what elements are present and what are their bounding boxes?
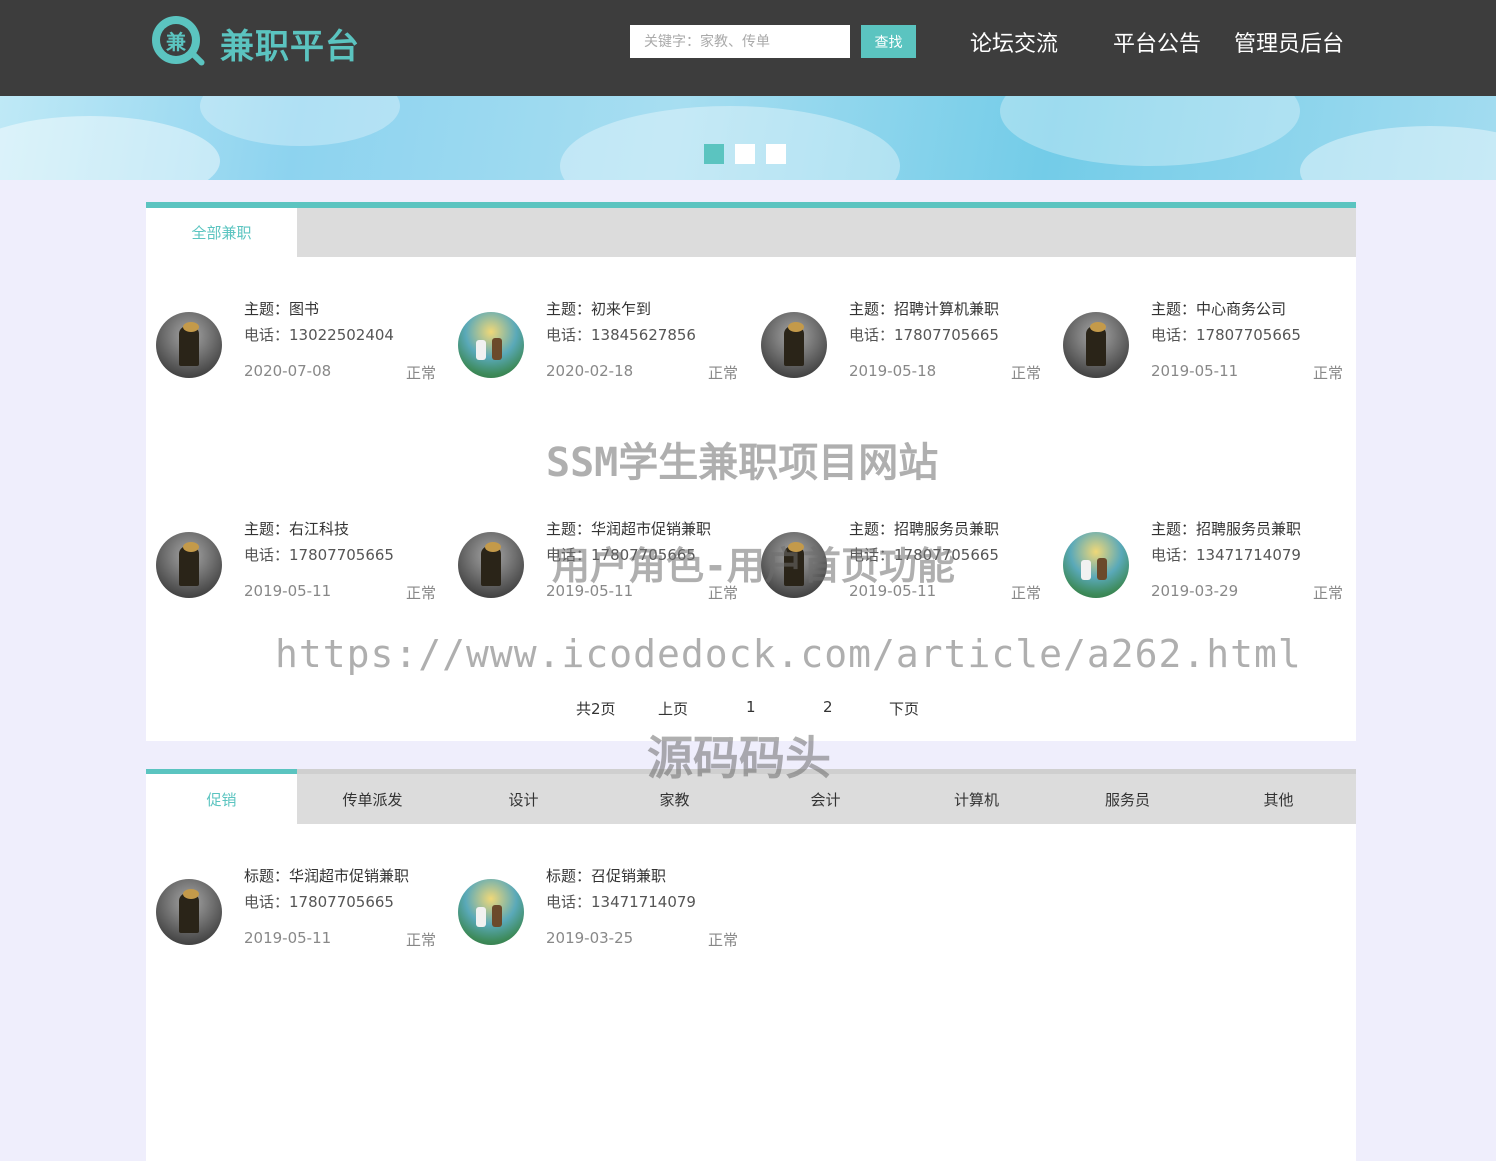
job-date: 2019-05-11 (546, 582, 634, 600)
job-avatar[interactable] (156, 532, 222, 598)
category-tab[interactable]: 促销 (146, 774, 297, 824)
job-avatar[interactable] (458, 312, 524, 378)
job-date: 2019-05-18 (849, 362, 937, 380)
job-topic[interactable]: 主题：中心商务公司 (1151, 298, 1286, 319)
job-phone: 电话：17807705665 (244, 546, 394, 564)
site-logo[interactable]: 兼 兼职平台 (150, 14, 360, 72)
job-phone: 电话：17807705665 (849, 326, 999, 344)
logo-char: 兼 (160, 24, 192, 56)
job-date: 2019-03-29 (1151, 582, 1239, 600)
tab-all-jobs[interactable]: 全部兼职 (146, 208, 297, 257)
job-date: 2019-05-11 (244, 582, 332, 600)
job-card[interactable]: 主题：招聘服务员兼职 电话：17807705665 2019-05-11 正常 (751, 518, 1041, 608)
carousel-dot-1[interactable] (704, 144, 724, 164)
job-date: 2020-02-18 (546, 362, 634, 380)
job-topic[interactable]: 主题：华润超市促销兼职 (546, 518, 711, 539)
logo-text: 兼职平台 (220, 26, 360, 67)
category-tab[interactable]: 传单派发 (297, 774, 448, 824)
job-card[interactable]: 主题：初来乍到电话：13845627856 2020-02-18 正常 (448, 298, 738, 388)
job-topic[interactable]: 主题：图书 (244, 298, 319, 319)
job-phone: 电话：17807705665 (849, 546, 999, 564)
job-avatar[interactable] (458, 879, 524, 945)
job-card[interactable]: 主题：华润超市促销兼职 电话：17807705665 2019-05-11 正常 (448, 518, 738, 608)
job-topic[interactable]: 主题：招聘服务员兼职 (849, 518, 999, 539)
job-phone: 电话：17807705665 (546, 546, 696, 564)
job-phone: 电话：13022502404 (244, 326, 394, 344)
job-phone: 电话：17807705665 (244, 893, 394, 911)
job-date: 2019-05-11 (244, 929, 332, 947)
job-topic[interactable]: 主题：招聘服务员兼职 (1151, 518, 1301, 539)
job-status: 正常 (1312, 364, 1343, 382)
job-avatar[interactable] (156, 879, 222, 945)
category-tab[interactable]: 设计 (448, 774, 599, 824)
job-avatar[interactable] (1063, 532, 1129, 598)
job-topic[interactable]: 主题：右江科技 (244, 518, 349, 539)
category-job-card[interactable]: 标题：召促销兼职电话：13471714079 2019-03-25 正常 (448, 865, 738, 955)
category-job-card[interactable]: 标题：华润超市促销兼职 电话：17807705665 2019-05-11 正常 (146, 865, 436, 955)
pager-next[interactable]: 下页 (889, 698, 919, 719)
job-avatar[interactable] (1063, 312, 1129, 378)
category-tab[interactable]: 家教 (599, 774, 750, 824)
job-status: 正常 (1010, 364, 1041, 382)
job-title[interactable]: 标题：召促销兼职 (546, 865, 666, 886)
pager-prev[interactable]: 上页 (658, 698, 688, 719)
job-status: 正常 (1312, 584, 1343, 602)
category-tab[interactable]: 服务员 (1052, 774, 1203, 824)
job-card[interactable]: 主题：招聘计算机兼职 电话：17807705665 2019-05-18 正常 (751, 298, 1041, 388)
job-card[interactable]: 主题：图书电话：13022502404 2020-07-08 正常 (146, 298, 436, 388)
top-header: 兼 兼职平台 查找 论坛交流 平台公告 管理员后台 (0, 0, 1496, 96)
pager-page-1[interactable]: 1 (746, 698, 756, 716)
job-status: 正常 (707, 931, 738, 949)
nav-announcements[interactable]: 平台公告 (1113, 26, 1201, 58)
job-avatar[interactable] (458, 532, 524, 598)
job-phone: 电话：17807705665 (1151, 326, 1301, 344)
job-card[interactable]: 主题：中心商务公司 电话：17807705665 2019-05-11 正常 (1053, 298, 1343, 388)
job-status: 正常 (405, 931, 436, 949)
job-date: 2020-07-08 (244, 362, 332, 380)
pager-page-2[interactable]: 2 (823, 698, 833, 716)
job-topic[interactable]: 主题：招聘计算机兼职 (849, 298, 999, 319)
magnifier-logo-icon: 兼 (150, 14, 208, 72)
job-phone: 电话：13845627856 (546, 326, 696, 344)
job-date: 2019-05-11 (849, 582, 937, 600)
job-status: 正常 (707, 364, 738, 382)
carousel-dot-2[interactable] (735, 144, 755, 164)
job-status: 正常 (707, 584, 738, 602)
nav-admin[interactable]: 管理员后台 (1234, 26, 1344, 58)
job-title[interactable]: 标题：华润超市促销兼职 (244, 865, 409, 886)
carousel-dot-3[interactable] (766, 144, 786, 164)
nav-forum[interactable]: 论坛交流 (970, 26, 1058, 58)
job-status: 正常 (405, 584, 436, 602)
search-button[interactable]: 查找 (861, 25, 916, 58)
job-status: 正常 (1010, 584, 1041, 602)
search-input[interactable] (630, 25, 850, 58)
job-phone: 电话：13471714079 (1151, 546, 1301, 564)
category-tab[interactable]: 会计 (750, 774, 901, 824)
category-tab[interactable]: 其他 (1203, 774, 1354, 824)
job-card[interactable]: 主题：招聘服务员兼职 电话：13471714079 2019-03-29 正常 (1053, 518, 1343, 608)
job-avatar[interactable] (761, 312, 827, 378)
job-date: 2019-05-11 (1151, 362, 1239, 380)
banner-carousel (0, 96, 1496, 180)
category-panel (146, 769, 1356, 1161)
job-phone: 电话：13471714079 (546, 893, 696, 911)
job-topic[interactable]: 主题：初来乍到 (546, 298, 651, 319)
job-card[interactable]: 主题：右江科技电话：17807705665 2019-05-11 正常 (146, 518, 436, 608)
job-date: 2019-03-25 (546, 929, 634, 947)
job-avatar[interactable] (761, 532, 827, 598)
job-status: 正常 (405, 364, 436, 382)
pager-total: 共2页 (576, 700, 616, 718)
job-avatar[interactable] (156, 312, 222, 378)
all-jobs-panel: 全部兼职 (146, 202, 1356, 741)
category-tab[interactable]: 计算机 (901, 774, 1052, 824)
